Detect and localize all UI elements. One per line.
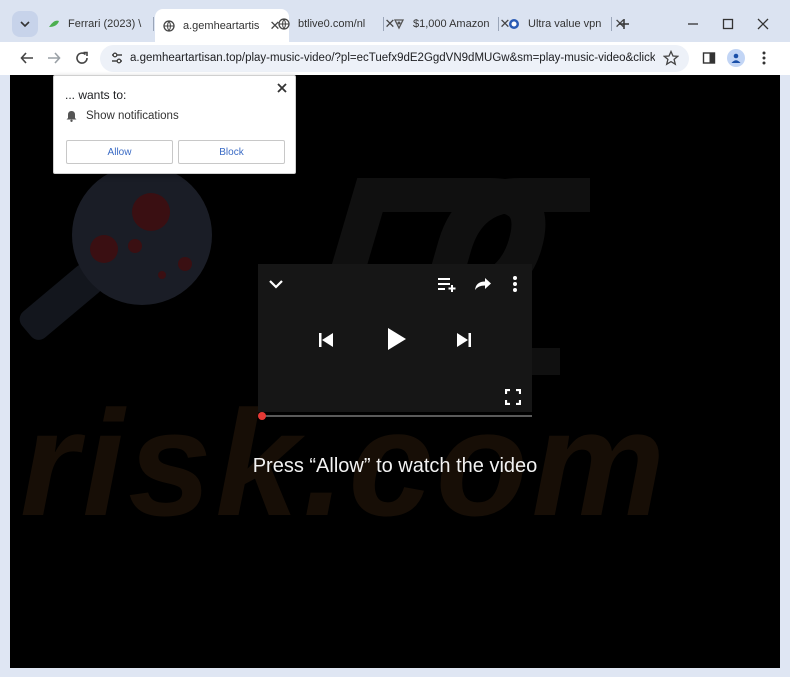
browser-window: Ferrari (2023) \ ✕ a.gemheartartis ✕ btl…	[0, 0, 790, 677]
add-to-queue-icon[interactable]	[436, 274, 458, 294]
tab-divider	[153, 17, 154, 31]
popup-title: ... wants to:	[65, 88, 127, 102]
back-button[interactable]	[15, 46, 39, 70]
notification-permission-popup: ... wants to: Show notifications Allow B…	[53, 75, 296, 174]
arrow-left-icon	[20, 52, 33, 64]
tab-search-button[interactable]	[12, 11, 38, 37]
coin-icon	[393, 18, 405, 30]
forward-button[interactable]	[42, 46, 66, 70]
watermark-dot	[128, 239, 142, 253]
more-options-icon[interactable]	[508, 274, 522, 294]
chevron-down-icon[interactable]	[266, 276, 286, 292]
person-icon	[731, 53, 741, 63]
avatar	[727, 49, 745, 67]
address-bar[interactable]: a.gemheartartisan.top/play-music-video/?…	[100, 45, 689, 72]
reload-icon	[76, 51, 88, 64]
globe-icon	[163, 19, 175, 32]
play-icon[interactable]	[384, 324, 410, 354]
side-panel-button[interactable]	[697, 46, 721, 70]
leaf-icon	[48, 18, 60, 30]
block-button[interactable]: Block	[178, 140, 285, 164]
kebab-menu-icon	[762, 51, 766, 65]
side-panel-icon	[702, 52, 716, 64]
permission-row: Show notifications	[65, 110, 179, 122]
tab-title: Ultra value vpn	[528, 18, 602, 30]
tab-title: Ferrari (2023) \	[68, 18, 142, 30]
tab-title: btlive0.com/nl	[298, 18, 366, 30]
progress-scrubber[interactable]	[258, 412, 266, 420]
previous-track-icon[interactable]	[316, 330, 336, 350]
tab-strip: Ferrari (2023) \ ✕ a.gemheartartis ✕ btl…	[0, 0, 790, 42]
permission-label: Show notifications	[86, 110, 179, 122]
new-tab-button[interactable]	[614, 14, 634, 34]
close-icon	[277, 83, 287, 93]
allow-button[interactable]: Allow	[66, 140, 173, 164]
video-player[interactable]	[258, 264, 532, 412]
profile-button[interactable]	[724, 46, 748, 70]
arrow-right-icon	[48, 52, 61, 64]
tab-divider	[498, 17, 499, 31]
tab-divider	[611, 17, 612, 31]
globe-icon	[278, 18, 290, 30]
allow-instruction-text: Press “Allow” to watch the video	[252, 455, 538, 477]
watermark-dot	[132, 193, 170, 231]
tab-title: a.gemheartartis	[183, 19, 260, 32]
close-window-button[interactable]	[750, 11, 776, 37]
plus-icon	[619, 19, 629, 29]
minimize-icon	[688, 23, 698, 25]
watermark-dot	[90, 235, 118, 263]
next-track-icon[interactable]	[454, 330, 474, 350]
star-icon[interactable]	[663, 50, 679, 66]
minimize-button[interactable]	[680, 11, 706, 37]
vpn-icon	[508, 18, 520, 30]
popup-close-button[interactable]	[275, 81, 289, 95]
site-settings-icon[interactable]	[110, 51, 124, 65]
chevron-down-icon	[20, 21, 30, 28]
watermark-dot	[158, 271, 166, 279]
maximize-button[interactable]	[715, 11, 741, 37]
watermark-dot	[178, 257, 192, 271]
share-icon[interactable]	[472, 274, 494, 294]
tab-gemheartartisan[interactable]: a.gemheartartis ✕	[155, 9, 289, 42]
tab-divider	[383, 17, 384, 31]
watermark-magnifier	[72, 165, 212, 305]
close-icon	[757, 18, 769, 30]
browser-toolbar: a.gemheartartisan.top/play-music-video/?…	[0, 42, 790, 75]
menu-button[interactable]	[752, 46, 776, 70]
url-text[interactable]: a.gemheartartisan.top/play-music-video/?…	[130, 52, 655, 64]
video-progress-bar[interactable]	[262, 415, 532, 417]
maximize-icon	[722, 18, 734, 30]
bell-icon	[65, 110, 77, 122]
fullscreen-icon[interactable]	[504, 388, 522, 406]
tab-title: $1,000 Amazon	[413, 18, 490, 30]
reload-button[interactable]	[70, 46, 94, 70]
